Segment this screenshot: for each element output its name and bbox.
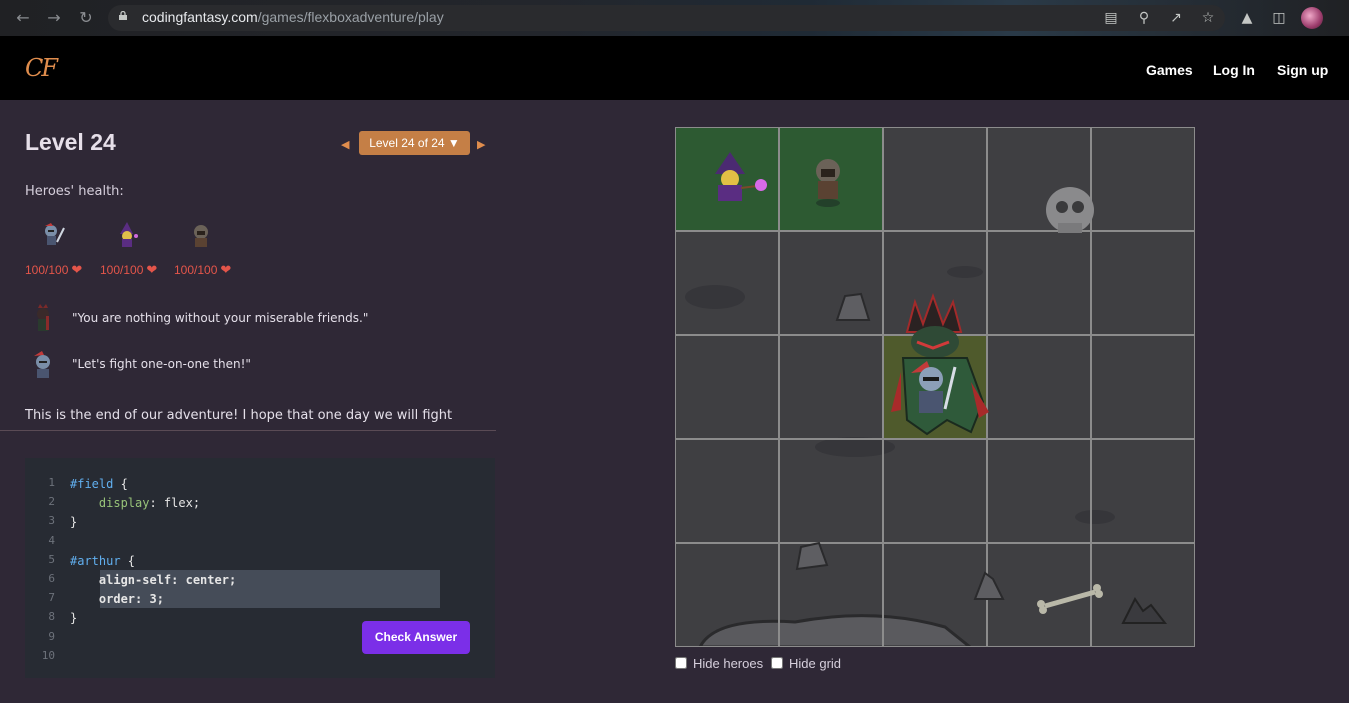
board-cell	[675, 439, 779, 543]
zoom-icon[interactable]: ⚲	[1135, 9, 1153, 27]
instructions-panel: Level 24 ◀ Level 24 of 24 ▼ ▶ Heroes' he…	[0, 100, 496, 703]
hide-heroes-option[interactable]: Hide heroes	[675, 656, 763, 671]
hero-health-wizard: 100/100 ❤	[100, 222, 170, 277]
villain-avatar	[37, 304, 49, 331]
line-number: 4	[48, 533, 55, 547]
story-text: This is the end of our adventure! I hope…	[25, 408, 453, 423]
hooded-hero-icon	[194, 225, 208, 247]
hide-grid-option[interactable]: Hide grid	[771, 656, 841, 671]
next-level-icon[interactable]: ▶	[477, 138, 485, 151]
heart-icon: ❤	[71, 262, 83, 277]
line-number: 6	[48, 571, 55, 585]
answer-line[interactable]: align-self: center;	[70, 571, 236, 590]
board-cell	[779, 439, 883, 543]
dialog-text: "You are nothing without your miserable …	[72, 311, 369, 325]
translate-icon[interactable]: ▤	[1102, 9, 1120, 27]
knight-avatar	[34, 351, 50, 378]
hero-hp-value: 100/100	[25, 263, 69, 277]
nav-login[interactable]: Log In	[1213, 62, 1255, 78]
hide-heroes-label: Hide heroes	[693, 656, 764, 671]
line-number: 7	[48, 591, 55, 605]
site-header: CF Games Log In Sign up	[0, 36, 1349, 100]
level-selector[interactable]: Level 24 of 24 ▼	[359, 131, 470, 155]
code-line: }	[70, 515, 78, 530]
board-cell	[1091, 335, 1195, 439]
rock-decoration	[1121, 597, 1168, 624]
board-cell	[987, 231, 1091, 335]
answer-line[interactable]: order: 3;	[70, 590, 236, 609]
skull-decoration	[1046, 187, 1094, 233]
rock-decoration	[973, 571, 1005, 600]
board-cell	[883, 439, 987, 543]
board-cell	[883, 127, 987, 231]
dialog-text: "Let's fight one-on-one then!"	[72, 357, 251, 371]
code-line: display: flex;	[70, 496, 201, 511]
level-title: Level 24	[25, 129, 116, 155]
dialog-villain: "You are nothing without your miserable …	[30, 304, 490, 334]
heart-icon: ❤	[146, 262, 158, 277]
line-numbers: 1 2 3 4 5 6 7 8 9 10	[25, 476, 55, 668]
code-line: #arthur {	[70, 553, 136, 568]
back-icon[interactable]: ←	[14, 9, 32, 27]
nav-signup[interactable]: Sign up	[1277, 62, 1328, 78]
board-cell	[675, 543, 779, 647]
reload-icon[interactable]: ↻	[77, 9, 95, 27]
nav-games[interactable]: Games	[1146, 62, 1193, 78]
prev-level-icon[interactable]: ◀	[341, 138, 349, 151]
board-cell	[779, 335, 883, 439]
dialog-arthur: "Let's fight one-on-one then!"	[30, 350, 490, 380]
bone-decoration	[1037, 584, 1103, 614]
line-number: 8	[48, 610, 55, 624]
forward-icon[interactable]: →	[45, 9, 63, 27]
health-label: Heroes' health:	[25, 184, 124, 199]
address-bar[interactable]: codingfantasy.com/games/flexboxadventure…	[108, 5, 1225, 31]
board-cell	[987, 335, 1091, 439]
browser-toolbar: ← → ↻ codingfantasy.com/games/flexboxadv…	[0, 0, 1349, 36]
board-cell	[1091, 439, 1195, 543]
line-number: 2	[48, 495, 55, 509]
lock-icon	[119, 11, 127, 20]
share-icon[interactable]: ↗	[1167, 9, 1185, 27]
code-line: }	[70, 611, 78, 626]
check-answer-button[interactable]: Check Answer	[362, 621, 470, 654]
hero-hp-value: 100/100	[100, 263, 144, 277]
code-content: #field { display: flex; } #arthur { alig…	[70, 475, 236, 629]
board-cell	[1091, 127, 1195, 231]
rock-decoration	[835, 292, 871, 321]
line-number: 9	[48, 629, 55, 643]
extensions-icon[interactable]: ▲	[1238, 9, 1256, 27]
knight-sprite	[911, 361, 957, 413]
board-cell	[1091, 231, 1195, 335]
hide-heroes-checkbox[interactable]	[675, 657, 687, 669]
game-board	[675, 127, 1195, 647]
divider	[0, 430, 496, 431]
board-cell	[675, 335, 779, 439]
board-cell	[987, 439, 1091, 543]
line-number: 5	[48, 552, 55, 566]
site-logo[interactable]: CF	[25, 54, 58, 82]
line-number: 3	[48, 514, 55, 528]
sidepanel-icon[interactable]: ◫	[1270, 9, 1288, 27]
star-icon[interactable]: ☆	[1199, 9, 1217, 27]
rock-decoration	[795, 541, 829, 571]
profile-avatar[interactable]	[1301, 7, 1323, 29]
line-number: 1	[48, 476, 55, 489]
knight-icon	[45, 223, 65, 245]
hooded-hero-sprite	[816, 159, 840, 207]
wizard-icon	[120, 222, 138, 247]
hide-grid-label: Hide grid	[789, 656, 842, 671]
heart-icon: ❤	[220, 262, 232, 277]
hero-hp-value: 100/100	[174, 263, 218, 277]
code-editor[interactable]: 1 2 3 4 5 6 7 8 9 10 #field { display: f…	[25, 458, 495, 678]
wizard-sprite	[715, 152, 767, 201]
line-number: 10	[41, 648, 55, 662]
code-line: #field {	[70, 477, 128, 491]
hero-health-arthur: 100/100 ❤	[25, 222, 95, 277]
hide-grid-checkbox[interactable]	[771, 657, 783, 669]
hero-health-hooded: 100/100 ❤	[174, 222, 244, 277]
board-cell	[675, 231, 779, 335]
url-text: codingfantasy.com/games/flexboxadventure…	[142, 9, 444, 25]
